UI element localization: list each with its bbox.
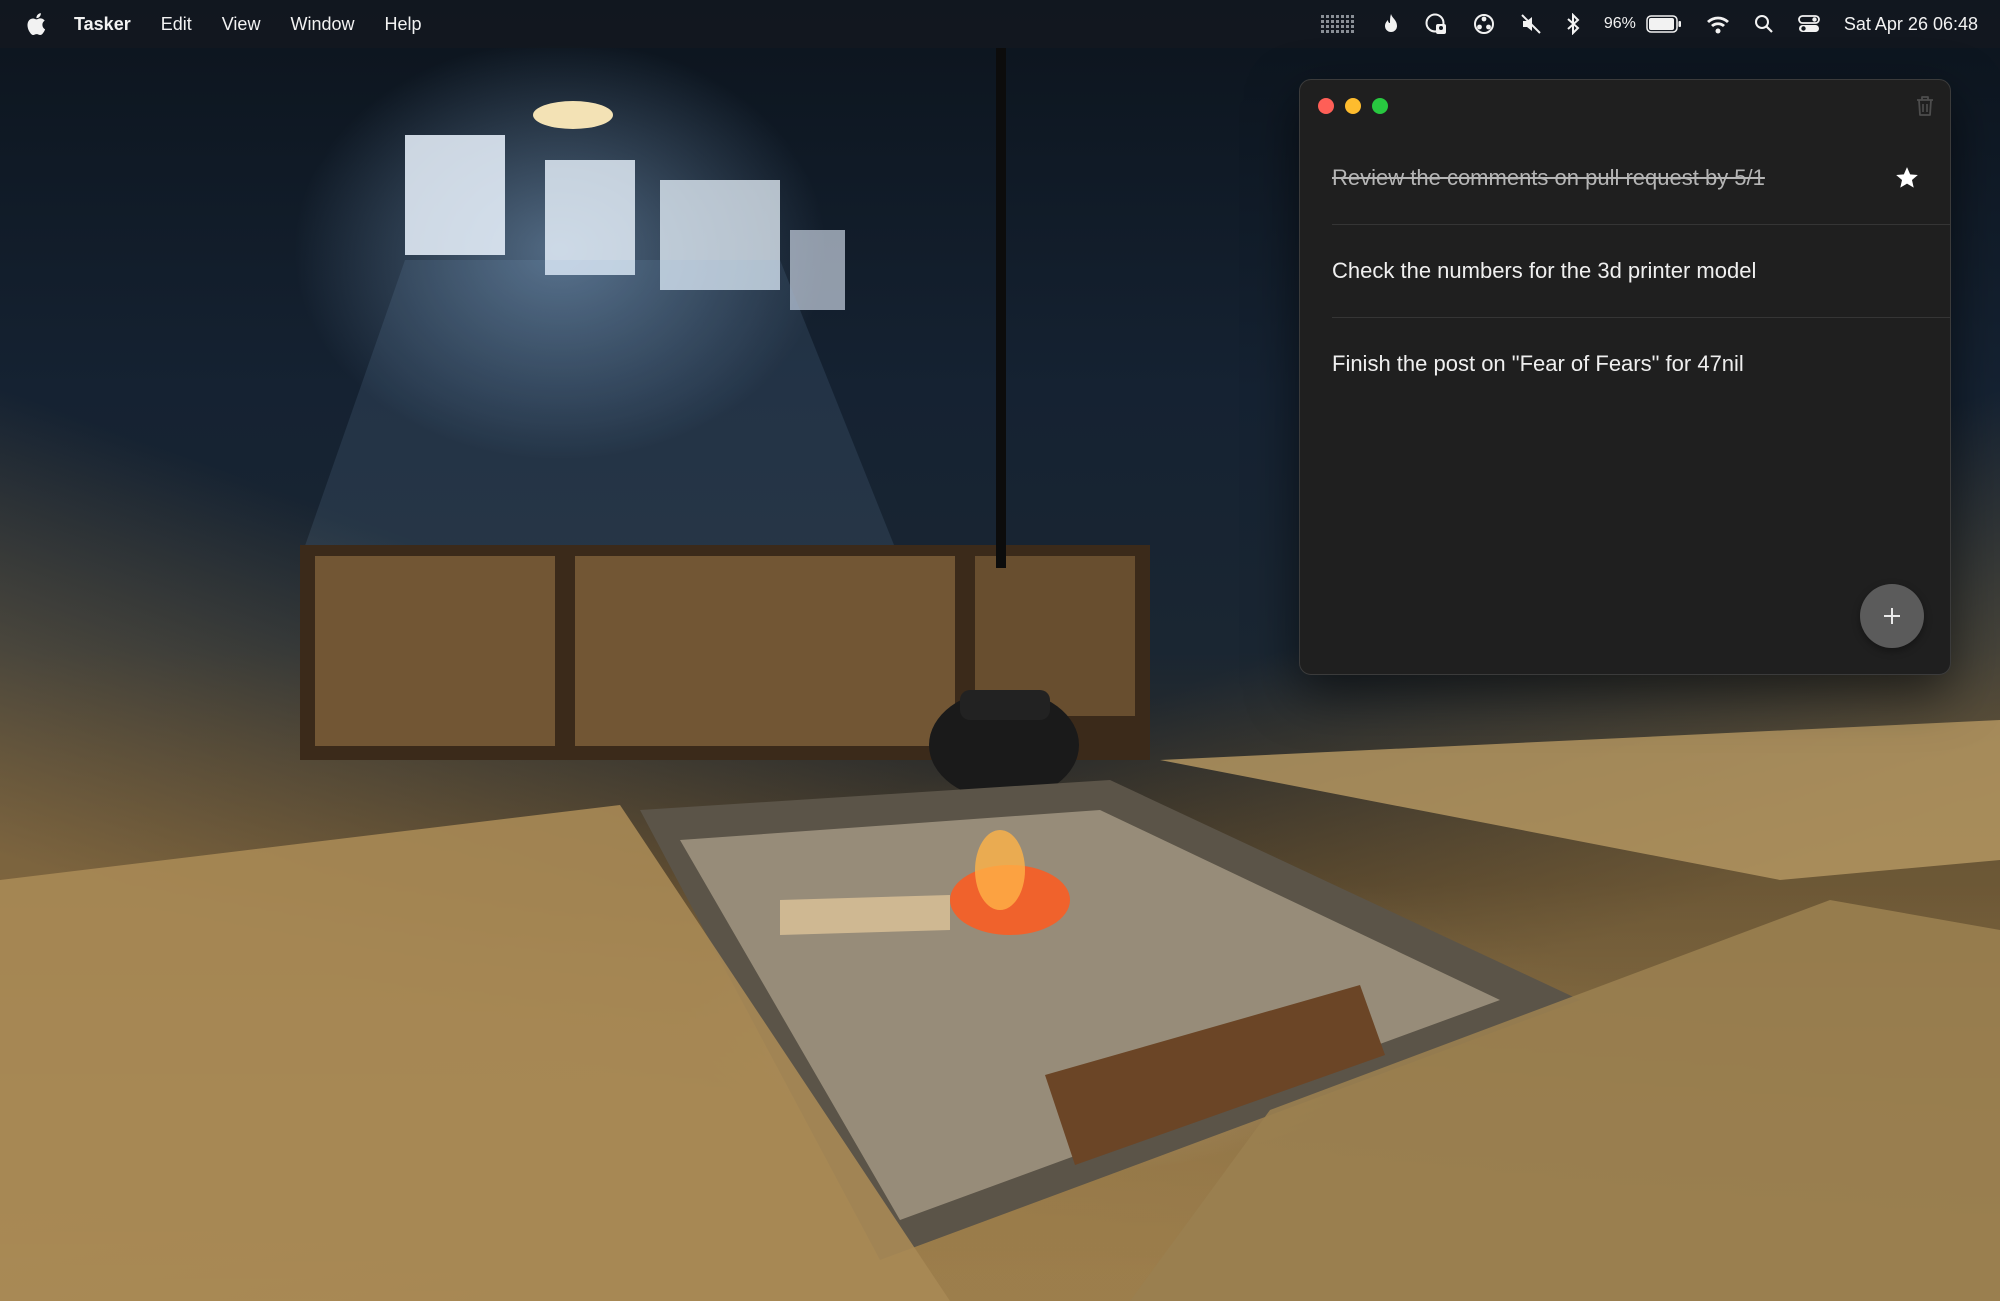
- minimize-button[interactable]: [1345, 98, 1361, 114]
- flame-icon[interactable]: [1382, 13, 1400, 35]
- menu-bar-right: 96% Sat Apr 26 06:48: [1296, 0, 1978, 48]
- close-button[interactable]: [1318, 98, 1334, 114]
- privacy-shield-icon[interactable]: [1424, 12, 1448, 36]
- muted-speaker-icon[interactable]: [1520, 13, 1542, 35]
- menu-help[interactable]: Help: [384, 14, 421, 35]
- control-center-icon[interactable]: [1797, 14, 1820, 34]
- zoom-button[interactable]: [1372, 98, 1388, 114]
- task-text[interactable]: Review the comments on pull request by 5…: [1332, 165, 1765, 191]
- menu-bar-left: Tasker Edit View Window Help: [0, 0, 452, 48]
- traffic-lights: [1318, 98, 1399, 114]
- apple-icon[interactable]: [26, 12, 48, 36]
- search-icon[interactable]: [1754, 14, 1774, 34]
- battery-percent: 96%: [1603, 15, 1636, 32]
- task-list: Review the comments on pull request by 5…: [1300, 132, 1950, 410]
- plus-icon: [1884, 608, 1900, 624]
- menu-view[interactable]: View: [222, 14, 261, 35]
- task-item[interactable]: Review the comments on pull request by 5…: [1332, 132, 1950, 225]
- task-item[interactable]: Finish the post on "Fear of Fears" for 4…: [1332, 318, 1950, 410]
- menu-bar: Tasker Edit View Window Help 96% Sat Apr…: [0, 0, 2000, 48]
- task-text[interactable]: Check the numbers for the 3d printer mod…: [1332, 258, 1756, 284]
- menu-edit[interactable]: Edit: [161, 14, 192, 35]
- dots-grid-icon[interactable]: [1320, 13, 1358, 35]
- bluetooth-icon[interactable]: [1566, 13, 1580, 35]
- menu-window[interactable]: Window: [290, 14, 354, 35]
- task-text[interactable]: Finish the post on "Fear of Fears" for 4…: [1332, 351, 1744, 377]
- wifi-icon[interactable]: [1706, 14, 1730, 34]
- add-task-button[interactable]: [1860, 584, 1924, 648]
- tasker-window: Review the comments on pull request by 5…: [1299, 79, 1951, 675]
- task-item[interactable]: Check the numbers for the 3d printer mod…: [1332, 225, 1950, 318]
- battery-icon[interactable]: [1646, 15, 1682, 33]
- trash-icon[interactable]: [1914, 94, 1936, 118]
- star-icon[interactable]: [1894, 165, 1920, 191]
- app-menu-tasker[interactable]: Tasker: [74, 14, 131, 35]
- webhook-icon[interactable]: [1472, 12, 1496, 36]
- menu-bar-clock[interactable]: Sat Apr 26 06:48: [1844, 14, 1978, 35]
- window-titlebar[interactable]: [1300, 80, 1950, 132]
